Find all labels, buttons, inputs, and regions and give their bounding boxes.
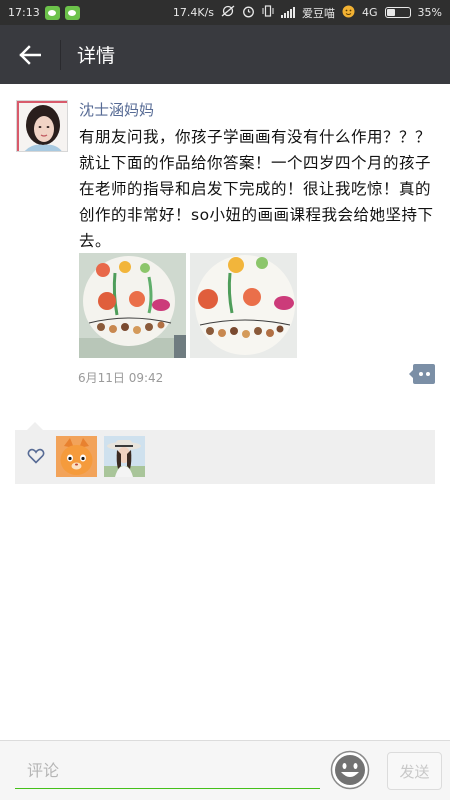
status-right: 17.4K/s 爱豆喵 4G 35%: [173, 5, 442, 21]
comment-bar: 发送: [0, 740, 450, 800]
arrow-left-icon: [19, 44, 41, 65]
author-avatar[interactable]: [16, 100, 68, 152]
battery-fill: [386, 9, 395, 16]
status-bar: 17:13 17.4K/s 爱豆喵 4G 35%: [0, 0, 450, 25]
network-type: 4G: [362, 6, 378, 19]
comment-more-icon: [409, 364, 435, 384]
signal-icon: [281, 7, 296, 18]
wechat-notification-icon: [44, 5, 60, 20]
like-avatar-girl[interactable]: [104, 436, 145, 477]
nav-bar: 详情: [0, 25, 450, 84]
net-speed: 17.4K/s: [172, 6, 215, 19]
emoji-face-icon: [342, 5, 355, 21]
like-avatar-cat[interactable]: [56, 436, 97, 477]
likes-arrow: [27, 422, 43, 430]
post-photo-1[interactable]: [79, 253, 186, 358]
photo-grid: [79, 253, 297, 358]
status-time: 17:13: [8, 6, 40, 19]
wechat-notification-icon-2: [64, 5, 80, 20]
page-title: 详情: [77, 45, 116, 67]
back-button[interactable]: [0, 25, 60, 84]
post-time: 6月11日 09:42: [78, 371, 164, 385]
send-button[interactable]: 发送: [387, 752, 442, 790]
smiley-icon: [330, 750, 370, 790]
emoji-button[interactable]: [330, 750, 370, 790]
status-left: 17:13: [8, 5, 80, 20]
author-name[interactable]: 沈士涵妈妈: [79, 100, 154, 120]
post-photo-2[interactable]: [190, 253, 297, 358]
nav-divider: [60, 39, 61, 70]
vibrate-icon: [262, 5, 274, 20]
alarm-icon: [242, 5, 255, 21]
comment-more-button[interactable]: [409, 364, 435, 384]
battery-icon: [384, 7, 411, 18]
battery-percent: 35%: [417, 6, 442, 19]
heart-icon: [27, 448, 45, 464]
sync-off-icon: [221, 5, 235, 20]
comment-input[interactable]: [15, 753, 320, 789]
carrier-name: 爱豆喵: [302, 6, 336, 20]
post-text: 有朋友问我，你孩子学画画有没有什么作用？？？就让下面的作品给你答案！一个四岁四个…: [79, 128, 434, 250]
